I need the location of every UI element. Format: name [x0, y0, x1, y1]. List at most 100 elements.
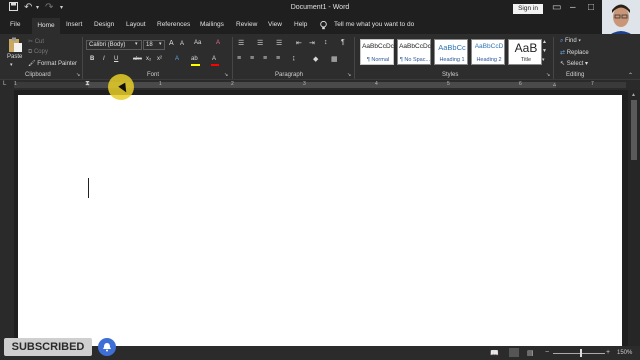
styles-scroll-up-icon[interactable]: ▲ [542, 39, 547, 45]
ruler-number: 1 [159, 81, 162, 87]
tab-references[interactable]: References [157, 21, 190, 28]
paste-dropdown-icon[interactable]: ▾ [10, 62, 13, 68]
font-name-combo[interactable]: Calibri (Body) [86, 40, 142, 50]
shading-icon[interactable]: ◆ [313, 55, 318, 63]
tab-review[interactable]: Review [236, 21, 257, 28]
styles-scroll-down-icon[interactable]: ▼ [542, 48, 547, 54]
font-color-bar [211, 64, 219, 66]
find-button[interactable]: ⌕ Find ▾ [560, 38, 581, 45]
lightbulb-icon [320, 20, 327, 32]
right-indent-marker-icon[interactable]: ▵ [553, 81, 556, 88]
line-spacing-icon[interactable]: ↨ [292, 55, 296, 62]
font-size-dropdown-icon[interactable]: ▾ [159, 41, 162, 47]
style-name: ¶ Normal [366, 57, 390, 63]
increase-indent-icon[interactable]: ⇥ [309, 39, 315, 47]
styles-launcher-icon[interactable]: ↘ [546, 72, 550, 78]
multilevel-list-icon[interactable]: ☰ [276, 39, 282, 47]
align-left-icon[interactable]: ≡ [237, 55, 241, 62]
zoom-slider[interactable] [553, 353, 605, 354]
shrink-font-button[interactable]: A [180, 41, 184, 47]
decrease-indent-icon[interactable]: ⇤ [296, 39, 302, 47]
tab-layout[interactable]: Layout [126, 21, 146, 28]
paste-button[interactable]: Paste [7, 54, 22, 60]
zoom-level[interactable]: 150% [617, 350, 632, 356]
tab-home[interactable]: Home [32, 18, 60, 34]
horizontal-ruler[interactable]: L 1 ⧗ 1 2 3 4 5 6 ▵ 7 [0, 80, 640, 90]
font-color-button[interactable]: A [211, 56, 219, 66]
print-layout-icon[interactable] [509, 348, 519, 357]
vertical-ruler[interactable] [0, 90, 14, 346]
underline-button[interactable]: U [114, 56, 118, 62]
copy-button[interactable]: ⧉ Copy [28, 49, 48, 56]
scroll-up-icon[interactable]: ▲ [631, 92, 636, 98]
ruler-number: 4 [375, 81, 378, 87]
paste-icon[interactable] [7, 37, 23, 55]
font-size-value: 18 [146, 42, 153, 48]
bold-button[interactable]: B [90, 56, 94, 62]
bullets-icon[interactable]: ☰ [238, 39, 244, 47]
format-painter-button[interactable]: 🖌 Format Painter [28, 60, 77, 67]
cut-button[interactable]: ✂ Cut [28, 38, 44, 45]
superscript-button[interactable]: x² [157, 56, 162, 62]
maximize-icon[interactable]: □ [588, 2, 594, 13]
style-title[interactable]: AaB Title [508, 39, 542, 65]
minimize-icon[interactable]: – [570, 2, 576, 13]
web-layout-icon[interactable]: ▤ [527, 349, 534, 357]
zoom-out-icon[interactable]: − [545, 349, 549, 356]
style-normal[interactable]: AaBbCcDc ¶ Normal [360, 39, 394, 65]
copy-label: Copy [33, 49, 48, 55]
highlight-label: ab [191, 56, 198, 62]
align-right-icon[interactable]: ≡ [263, 55, 267, 62]
style-no-spacing[interactable]: AaBbCcDc ¶ No Spac... [397, 39, 431, 65]
zoom-in-icon[interactable]: + [606, 349, 610, 356]
zoom-slider-thumb[interactable] [580, 349, 582, 357]
tab-insert[interactable]: Insert [66, 21, 82, 28]
styles-more-icon[interactable]: ▾ [542, 57, 545, 63]
group-divider [354, 37, 355, 79]
editing-group-label: Editing [566, 72, 585, 78]
change-case-button[interactable]: Aa [194, 40, 201, 46]
clear-formatting-button[interactable]: A [216, 40, 220, 46]
ribbon-display-options-icon[interactable]: ▭ [552, 2, 561, 13]
replace-button[interactable]: ⇄ Replace [560, 49, 589, 56]
select-button[interactable]: ↖ Select ▾ [560, 60, 588, 67]
highlight-color-bar [191, 64, 200, 66]
numbering-icon[interactable]: ☰ [257, 39, 263, 47]
tab-view[interactable]: View [268, 21, 282, 28]
paragraph-launcher-icon[interactable]: ↘ [347, 72, 351, 78]
style-sample: AaBbCcDc [399, 43, 431, 50]
title-bar: ↶ ▾ ↷ ▾ Document1 - Word Sign in ▭ – □ [0, 0, 640, 38]
style-heading-2[interactable]: AaBbCcD Heading 2 [471, 39, 505, 65]
scrollbar-thumb[interactable] [631, 100, 637, 160]
subscribed-badge: SUBSCRIBED [4, 338, 92, 356]
strikethrough-button[interactable]: abc [133, 56, 142, 62]
sort-icon[interactable]: ↕ [324, 39, 328, 46]
subscript-button[interactable]: x₂ [146, 56, 151, 62]
tab-design[interactable]: Design [94, 21, 114, 28]
highlight-button[interactable]: ab [191, 56, 200, 66]
center-icon[interactable]: ≡ [250, 55, 254, 62]
justify-icon[interactable]: ≡ [276, 55, 280, 62]
ruler-number: 7 [591, 81, 594, 87]
tab-selector-icon[interactable]: L [3, 81, 6, 87]
tell-me-search[interactable]: Tell me what you want to do [334, 21, 414, 28]
text-effects-button[interactable]: A [175, 56, 179, 62]
indent-marker-icon[interactable]: ⧗ [85, 80, 90, 88]
tab-file[interactable]: File [10, 21, 20, 28]
borders-icon[interactable]: ▦ [331, 55, 338, 63]
collapse-ribbon-icon[interactable]: ⌃ [628, 72, 633, 79]
document-page[interactable] [18, 95, 622, 346]
grow-font-button[interactable]: A [169, 40, 174, 47]
ribbon-tabs: File Home Insert Design Layout Reference… [0, 18, 600, 34]
font-name-dropdown-icon[interactable]: ▾ [135, 41, 138, 47]
select-icon: ↖ [560, 61, 566, 67]
font-launcher-icon[interactable]: ↘ [224, 72, 228, 78]
italic-button[interactable]: I [103, 56, 105, 62]
show-formatting-marks-icon[interactable]: ¶ [341, 39, 345, 46]
tab-help[interactable]: Help [294, 21, 307, 28]
tab-mailings[interactable]: Mailings [200, 21, 224, 28]
style-heading-1[interactable]: AaBbCc Heading 1 [434, 39, 468, 65]
sign-in-button[interactable]: Sign in [513, 4, 543, 14]
clipboard-launcher-icon[interactable]: ↘ [76, 72, 80, 78]
read-mode-icon[interactable]: 📖 [490, 349, 499, 357]
